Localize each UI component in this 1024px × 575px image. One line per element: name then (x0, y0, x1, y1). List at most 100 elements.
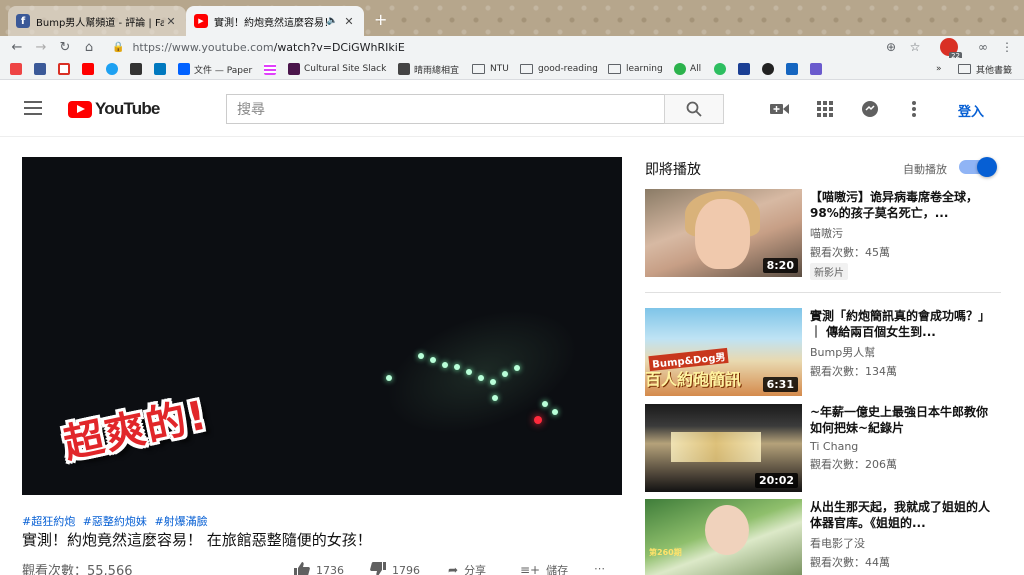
like-button[interactable]: 1736 (294, 562, 344, 575)
new-tab-button[interactable]: + (374, 10, 387, 29)
dropbox-icon (178, 63, 190, 75)
apps-grid-icon[interactable] (815, 99, 835, 119)
bookmark-paper[interactable]: 文件 — Paper (178, 61, 252, 77)
recommended-video[interactable]: Bump&Dog男 百人約砲簡訊 6:31 實測「約炮簡訊真的會成功嗎？」｜ 傳… (645, 308, 1001, 398)
tab-facebook[interactable]: f Bump男人幫頻道 - 評論 | Facebook ✕ (8, 6, 186, 36)
bookmark-item[interactable] (10, 61, 26, 77)
hashtag-link[interactable]: #射爆滿臉 (154, 515, 207, 528)
channel-name[interactable]: Bump男人幫 (810, 344, 1000, 360)
youtube-icon: ▶ (194, 14, 208, 28)
light-dot (542, 401, 548, 407)
light-dot (552, 409, 558, 415)
channel-name[interactable]: 看电影了没 (810, 535, 1000, 551)
back-arrow-icon[interactable]: ← (8, 38, 26, 56)
speaker-icon[interactable]: 🔈 (327, 16, 338, 26)
extension-icon[interactable]: 22 (940, 38, 962, 60)
tab-title: Bump男人幫頻道 - 評論 | Facebook (36, 17, 164, 29)
light-dot (502, 371, 508, 377)
more-actions-icon[interactable]: ⋯ (594, 562, 605, 575)
light-dot (430, 357, 436, 363)
bookmark-folder-good-reading[interactable]: good-reading (520, 61, 598, 77)
video-overlay-text: 超爽的! (59, 392, 213, 468)
bookmark-item[interactable] (714, 61, 730, 77)
bookmark-item[interactable] (762, 61, 778, 77)
bookmark-item[interactable] (154, 61, 170, 77)
menu-kebab-icon[interactable]: ⋮ (998, 38, 1016, 56)
bookmark-item[interactable] (810, 61, 826, 77)
bookmark-blog[interactable]: 晴雨總相宜 (398, 61, 459, 77)
bookmark-slack[interactable]: Cultural Site Slack (288, 61, 386, 77)
video-thumbnail[interactable]: 20:02 (645, 404, 802, 492)
video-title: 實測！約炮竟然這麼容易！ 在旅館惡整隨便的女孩！ (22, 531, 372, 549)
reload-icon[interactable]: ↻ (56, 38, 74, 56)
channel-name[interactable]: 喵嗷污 (810, 225, 1000, 241)
tab-youtube[interactable]: ▶ 實測！約炮竟然這麼容易！在旅館 🔈 ✕ (186, 6, 364, 36)
close-tab-icon[interactable]: ✕ (342, 15, 356, 28)
mlb-icon (738, 63, 750, 75)
search-input[interactable]: 搜尋 (226, 94, 664, 124)
recommended-video[interactable]: 20:02 ~年薪一億史上最強日本牛郎教你如何把妹~紀錄片 Ti Chang 觀… (645, 404, 1001, 494)
hashtag-link[interactable]: #惡整約炮妹 (83, 515, 147, 528)
zoom-icon[interactable]: ⊕ (882, 38, 900, 56)
dislike-button[interactable]: 1796 (370, 562, 420, 575)
close-tab-icon[interactable]: ✕ (164, 15, 178, 28)
new-video-badge: 新影片 (810, 263, 848, 280)
channel-name[interactable]: Ti Chang (810, 440, 1000, 453)
bookmark-item[interactable] (786, 61, 802, 77)
save-button[interactable]: ≡+ 儲存 (520, 562, 568, 575)
recommended-title[interactable]: 【喵嗷污】诡异病毒席卷全球，98%的孩子莫名死亡，... (810, 189, 1000, 221)
search-button[interactable] (664, 94, 724, 124)
duration-badge: 6:31 (762, 377, 798, 392)
recommended-video[interactable]: 第260期 从出生那天起，我就成了姐姐的人体器官库。《姐姐的... 看电影了没 … (645, 499, 1001, 575)
light-dot (454, 364, 460, 370)
bookmark-feedly[interactable]: All (674, 61, 701, 77)
video-thumbnail[interactable]: Bump&Dog男 百人約砲簡訊 6:31 (645, 308, 802, 396)
pattern-icon (264, 63, 276, 75)
folder-icon (608, 64, 621, 74)
address-bar[interactable]: 🔒 https://www.youtube.com/watch?v=DCiGWh… (106, 37, 876, 57)
bookmark-item[interactable] (58, 61, 74, 77)
bookmark-item[interactable] (130, 61, 146, 77)
settings-kebab-icon[interactable] (904, 99, 924, 119)
shield-icon (786, 63, 798, 75)
bookmarks-overflow-icon[interactable]: » (936, 61, 942, 77)
bookmark-item[interactable] (738, 61, 754, 77)
bookmark-item[interactable] (34, 61, 50, 77)
bookmark-item[interactable] (106, 61, 122, 77)
recommended-title[interactable]: ~年薪一億史上最強日本牛郎教你如何把妹~紀錄片 (810, 404, 1000, 436)
share-button[interactable]: ➦ 分享 (448, 562, 486, 575)
up-next-heading: 即將播放 (645, 162, 701, 178)
create-video-icon[interactable] (770, 99, 790, 119)
bookmark-item[interactable] (264, 61, 280, 77)
video-player[interactable]: 超爽的! (22, 157, 622, 495)
forward-arrow-icon[interactable]: → (32, 38, 50, 56)
twitter-icon (106, 63, 118, 75)
hashtag-link[interactable]: #超狂約炮 (22, 515, 75, 528)
bookmark-folder-learning[interactable]: learning (608, 61, 663, 77)
sign-in-button[interactable]: 登入 (958, 101, 984, 120)
bookmark-icon-1 (10, 63, 22, 75)
thumb-figure (695, 199, 750, 269)
bookmark-folder-ntu[interactable]: NTU (472, 61, 509, 77)
autoplay-toggle[interactable] (959, 157, 997, 177)
folder-icon (520, 64, 533, 74)
bookmark-item[interactable] (82, 61, 98, 77)
recommended-video[interactable]: 8:20 【喵嗷污】诡异病毒席卷全球，98%的孩子莫名死亡，... 喵嗷污 觀看… (645, 189, 1001, 280)
home-icon[interactable]: ⌂ (80, 38, 98, 56)
bookmarks-bar: 文件 — Paper Cultural Site Slack 晴雨總相宜 NTU… (0, 58, 1024, 80)
lock-icon: 🔒 (112, 41, 125, 53)
messages-icon[interactable] (860, 99, 880, 119)
recommended-title[interactable]: 从出生那天起，我就成了姐姐的人体器官库。《姐姐的... (810, 499, 1000, 531)
recommended-title[interactable]: 實測「約炮簡訊真的會成功嗎？」｜ 傳給兩百個女生到... (810, 308, 1000, 340)
view-count: 觀看次數：45萬 (810, 246, 890, 259)
star-icon[interactable]: ☆ (906, 38, 924, 56)
light-dot (442, 362, 448, 368)
light-dot (478, 375, 484, 381)
bookmark-folder-other[interactable]: 其他書籤 (958, 61, 1012, 77)
youtube-logo[interactable]: YouTube (68, 99, 160, 119)
video-thumbnail[interactable]: 8:20 (645, 189, 802, 277)
youtube-play-icon (68, 100, 92, 118)
glasses-extension-icon[interactable]: ∞ (974, 38, 992, 56)
video-thumbnail[interactable]: 第260期 (645, 499, 802, 575)
menu-icon[interactable] (24, 101, 42, 115)
